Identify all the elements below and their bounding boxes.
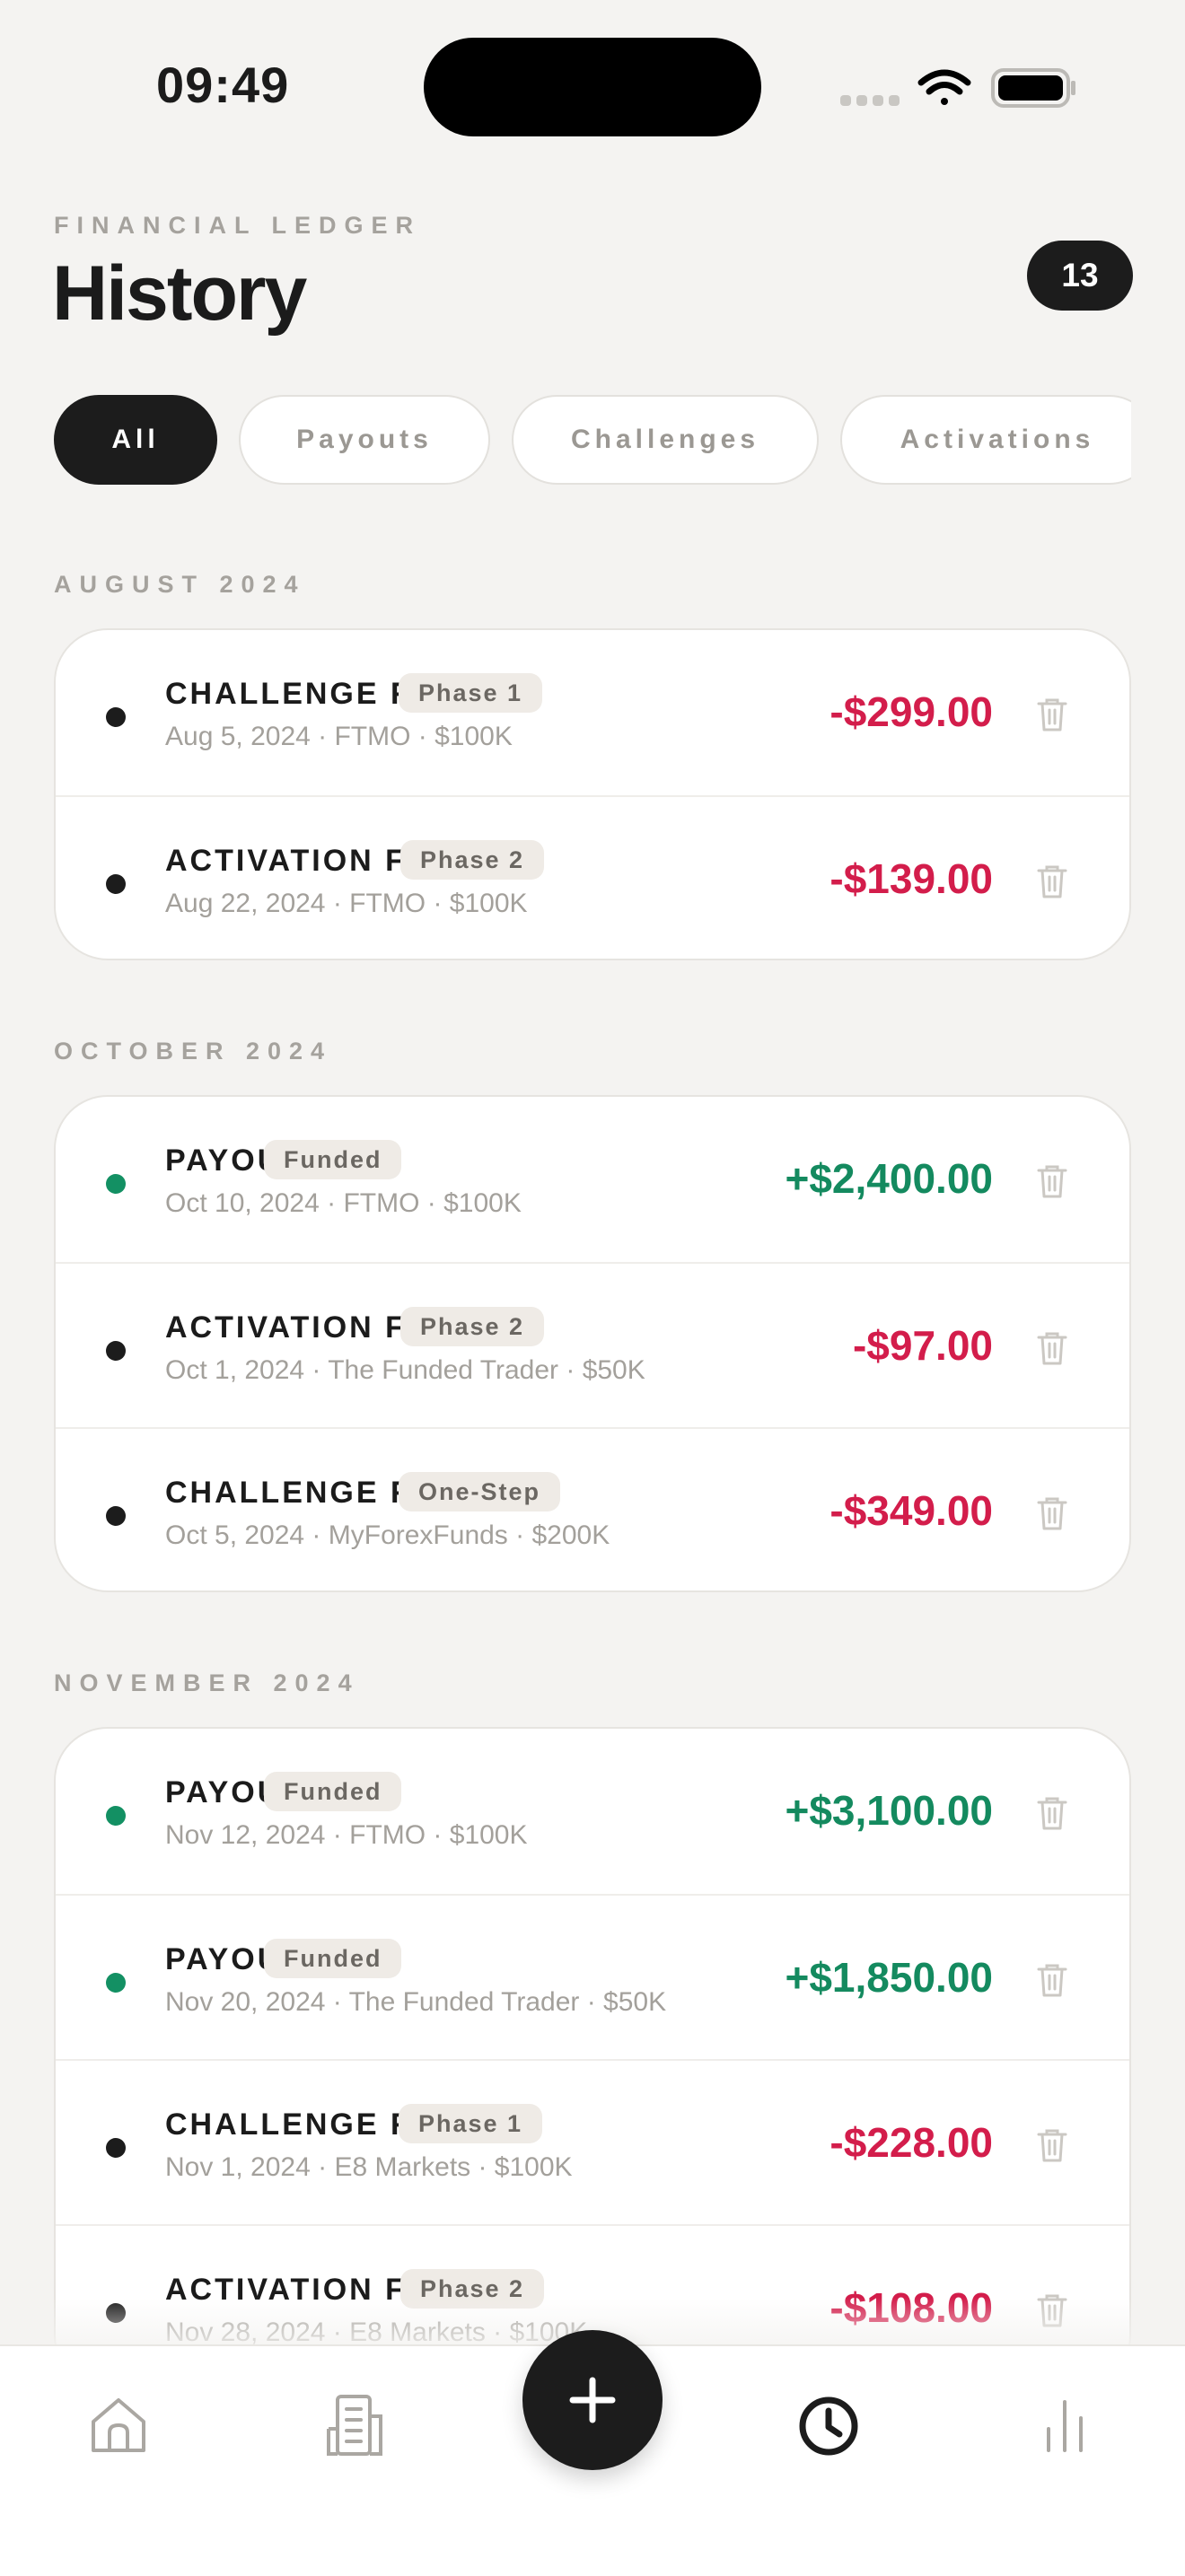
trash-icon[interactable] (1036, 1330, 1068, 1366)
transaction-card: CHALLENGE FEE Phase 1 Aug 5, 2024 · FTMO ·… (54, 628, 1131, 960)
trash-icon[interactable] (1036, 1795, 1068, 1831)
trash-icon[interactable] (1036, 697, 1068, 732)
filter-chip-payouts[interactable]: Payouts (239, 395, 490, 485)
transaction-amount: -$228.00 (830, 2119, 993, 2166)
phase-tag: Funded (264, 1140, 402, 1179)
section-label: OCTOBER 2024 (54, 1038, 333, 1065)
phase-tag: Phase 2 (400, 840, 545, 880)
header-eyebrow: FINANCIAL LEDGER (54, 212, 422, 239)
section-label: NOVEMBER 2024 (54, 1669, 360, 1696)
battery-icon (991, 68, 1075, 108)
filter-chip-activations[interactable]: Activations (840, 395, 1131, 485)
trash-icon[interactable] (1036, 1163, 1068, 1199)
phase-tag: Phase 1 (399, 673, 543, 713)
filter-chip-challenges[interactable]: Challenges (512, 395, 819, 485)
transaction-meta: Aug 5, 2024 · FTMO · $100K (165, 722, 513, 751)
transaction-amount: -$299.00 (830, 688, 993, 735)
home-icon[interactable] (88, 2395, 149, 2456)
entry-count-badge: 13 (1027, 241, 1133, 311)
transaction-meta: Nov 20, 2024 · The Funded Trader · $50K (165, 1987, 667, 2017)
transaction-meta: Nov 12, 2024 · FTMO · $100K (165, 1820, 528, 1850)
status-dot-icon (106, 1973, 126, 1993)
transaction-meta: Aug 22, 2024 · FTMO · $100K (165, 889, 528, 918)
plus-icon (569, 2377, 616, 2423)
transaction-amount: +$2,400.00 (785, 1155, 993, 1202)
phase-tag: Phase 1 (399, 2104, 543, 2143)
transaction-meta: Oct 5, 2024 · MyForexFunds · $200K (165, 1520, 610, 1550)
clock-icon[interactable] (797, 2395, 860, 2458)
transaction-card: PAYOUT Funded Oct 10, 2024 · FTMO · $100K +… (54, 1095, 1131, 1592)
transaction-amount: -$349.00 (830, 1487, 993, 1534)
dynamic-island (424, 38, 761, 136)
status-dot-icon (106, 1341, 126, 1361)
signal-icon (840, 95, 900, 106)
phase-tag: One-Step (399, 1472, 561, 1511)
transaction-meta: Oct 1, 2024 · The Funded Trader · $50K (165, 1355, 645, 1385)
transaction-row[interactable]: PAYOUT Funded Nov 20, 2024 · The Funded Tr… (56, 1894, 1129, 2059)
transaction-amount: -$139.00 (830, 855, 993, 902)
transaction-row[interactable]: PAYOUT Funded Oct 10, 2024 · FTMO · $100K +… (56, 1097, 1129, 1262)
add-entry-button[interactable] (522, 2330, 663, 2470)
phase-tag: Funded (264, 1772, 402, 1811)
phase-tag: Phase 2 (400, 1307, 545, 1346)
bar-chart-icon[interactable] (1043, 2396, 1088, 2454)
trash-icon[interactable] (1036, 1495, 1068, 1531)
phase-tag: Funded (264, 1939, 402, 1978)
trash-icon[interactable] (1036, 1962, 1068, 1998)
transaction-amount: +$1,850.00 (785, 1954, 993, 2001)
status-icons (838, 65, 1077, 111)
transaction-row[interactable]: ACTIVATION FEE Phase 2 Aug 22, 2024 · FTMO… (56, 795, 1129, 959)
status-time: 09:49 (156, 57, 290, 113)
transaction-meta: Nov 1, 2024 · E8 Markets · $100K (165, 2152, 573, 2182)
trash-icon[interactable] (1036, 2127, 1068, 2163)
building-icon[interactable] (325, 2393, 386, 2458)
filter-chip-all[interactable]: All (54, 395, 217, 485)
transaction-card: PAYOUT Funded Nov 12, 2024 · FTMO · $100K +… (54, 1727, 1131, 2389)
page-title: History (52, 250, 307, 337)
transaction-meta: Oct 10, 2024 · FTMO · $100K (165, 1188, 522, 1218)
wifi-icon (917, 69, 971, 105)
trash-icon[interactable] (1036, 863, 1068, 899)
status-dot-icon (106, 707, 126, 727)
transaction-row[interactable]: CHALLENGE FEE One-Step Oct 5, 2024 · MyFor… (56, 1427, 1129, 1590)
transaction-row[interactable]: CHALLENGE FEE Phase 1 Nov 1, 2024 · E8 Mar… (56, 2059, 1129, 2224)
transaction-amount: +$3,100.00 (785, 1787, 993, 1834)
status-dot-icon (106, 1174, 126, 1194)
status-dot-icon (106, 874, 126, 894)
status-dot-icon (106, 1506, 126, 1526)
transaction-row[interactable]: CHALLENGE FEE Phase 1 Aug 5, 2024 · FTMO ·… (56, 630, 1129, 795)
status-dot-icon (106, 2138, 126, 2158)
transaction-amount: -$97.00 (852, 1322, 993, 1369)
filter-chips: All Payouts Challenges Activations (54, 395, 1131, 488)
section-label: AUGUST 2024 (54, 571, 306, 598)
status-dot-icon (106, 1806, 126, 1826)
transaction-row[interactable]: PAYOUT Funded Nov 12, 2024 · FTMO · $100K +… (56, 1729, 1129, 1894)
transaction-row[interactable]: ACTIVATION FEE Phase 2 Oct 1, 2024 · The F… (56, 1262, 1129, 1427)
